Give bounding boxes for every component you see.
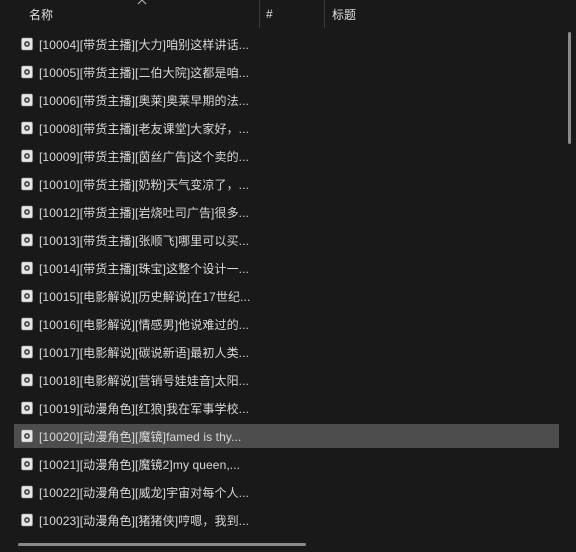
audio-file-icon	[21, 37, 33, 51]
file-row[interactable]: [10004][带货主播][大力]咱别这样讲话...	[14, 32, 559, 56]
file-row[interactable]: [10005][带货主播][二伯大院]这都是咱...	[14, 60, 559, 84]
audio-file-icon	[21, 317, 33, 331]
audio-file-icon	[21, 429, 33, 443]
file-name: [10013][带货主播][张顺飞]哪里可以买...	[39, 233, 249, 248]
file-row[interactable]: [10010][带货主播][奶粉]天气变凉了，...	[14, 172, 559, 196]
vertical-scrollbar-thumb[interactable]	[568, 32, 571, 144]
file-name: [10004][带货主播][大力]咱别这样讲话...	[39, 37, 249, 52]
file-name: [10005][带货主播][二伯大院]这都是咱...	[39, 65, 249, 80]
file-row[interactable]: [10015][电影解说][历史解说]在17世纪...	[14, 284, 559, 308]
audio-file-icon	[21, 177, 33, 191]
file-row[interactable]: [10009][带货主播][茵丝广告]这个卖的...	[14, 144, 559, 168]
file-name: [10016][电影解说][情感男]他说难过的...	[39, 317, 249, 332]
file-row[interactable]: [10022][动漫角色][威龙]宇宙对每个人...	[14, 480, 559, 504]
horizontal-scrollbar-thumb[interactable]	[18, 543, 306, 546]
file-row[interactable]: [10021][动漫角色][魔镜2]my queen,...	[14, 452, 559, 476]
file-name: [10020][动漫角色][魔镜]famed is thy...	[39, 429, 242, 444]
file-name: [10019][动漫角色][红狼]我在军事学校...	[39, 401, 249, 416]
file-name: [10018][电影解说][营销号娃娃音]太阳...	[39, 373, 249, 388]
file-name: [10008][带货主播][老友课堂]大家好，...	[39, 121, 249, 136]
file-name: [10021][动漫角色][魔镜2]my queen,...	[39, 457, 241, 472]
audio-file-icon	[21, 289, 33, 303]
file-name: [10017][电影解说][碳说新语]最初人类...	[39, 345, 249, 360]
file-row[interactable]: [10017][电影解说][碳说新语]最初人类...	[14, 340, 559, 364]
file-row[interactable]: [10023][动漫角色][猪猪侠]哼嗯，我到...	[14, 508, 559, 532]
file-row[interactable]: [10020][动漫角色][魔镜]famed is thy...	[14, 424, 559, 448]
column-divider[interactable]	[324, 0, 325, 28]
file-row[interactable]: [10019][动漫角色][红狼]我在军事学校...	[14, 396, 559, 420]
file-name: [10012][带货主播][岩烧吐司广告]很多...	[39, 205, 249, 220]
file-name: [10014][带货主播][珠宝]这整个设计一...	[39, 261, 249, 276]
audio-file-icon	[21, 401, 33, 415]
column-header-name[interactable]: 名称	[29, 0, 259, 28]
file-row[interactable]: [10006][带货主播][奥莱]奥莱早期的法...	[14, 88, 559, 112]
file-row[interactable]: [10008][带货主播][老友课堂]大家好，...	[14, 116, 559, 140]
column-divider[interactable]	[259, 0, 260, 28]
audio-file-icon	[21, 233, 33, 247]
audio-file-icon	[21, 205, 33, 219]
audio-file-icon	[21, 65, 33, 79]
column-header-title-label: 标题	[332, 7, 357, 22]
file-row[interactable]: [10014][带货主播][珠宝]这整个设计一...	[14, 256, 559, 280]
file-name: [10022][动漫角色][威龙]宇宙对每个人...	[39, 485, 249, 500]
column-header-name-label: 名称	[29, 7, 54, 22]
column-header-number[interactable]: #	[266, 0, 324, 28]
audio-file-icon	[21, 345, 33, 359]
audio-file-icon	[21, 121, 33, 135]
file-row[interactable]: [10012][带货主播][岩烧吐司广告]很多...	[14, 200, 559, 224]
audio-file-icon	[21, 93, 33, 107]
audio-file-icon	[21, 485, 33, 499]
file-name: [10006][带货主播][奥莱]奥莱早期的法...	[39, 93, 249, 108]
audio-file-icon	[21, 513, 33, 527]
file-name: [10010][带货主播][奶粉]天气变凉了，...	[39, 177, 249, 192]
file-name: [10009][带货主播][茵丝广告]这个卖的...	[39, 149, 249, 164]
file-name: [10015][电影解说][历史解说]在17世纪...	[39, 289, 251, 304]
file-row[interactable]: [10018][电影解说][营销号娃娃音]太阳...	[14, 368, 559, 392]
audio-file-icon	[21, 457, 33, 471]
column-header-bar: 名称 # 标题	[0, 0, 576, 28]
audio-file-icon	[21, 149, 33, 163]
file-row[interactable]: [10016][电影解说][情感男]他说难过的...	[14, 312, 559, 336]
audio-file-icon	[21, 261, 33, 275]
column-header-title[interactable]: 标题	[332, 0, 572, 28]
file-row[interactable]: [10013][带货主播][张顺飞]哪里可以买...	[14, 228, 559, 252]
file-name: [10023][动漫角色][猪猪侠]哼嗯，我到...	[39, 513, 249, 528]
audio-file-icon	[21, 373, 33, 387]
column-header-number-label: #	[266, 7, 273, 21]
